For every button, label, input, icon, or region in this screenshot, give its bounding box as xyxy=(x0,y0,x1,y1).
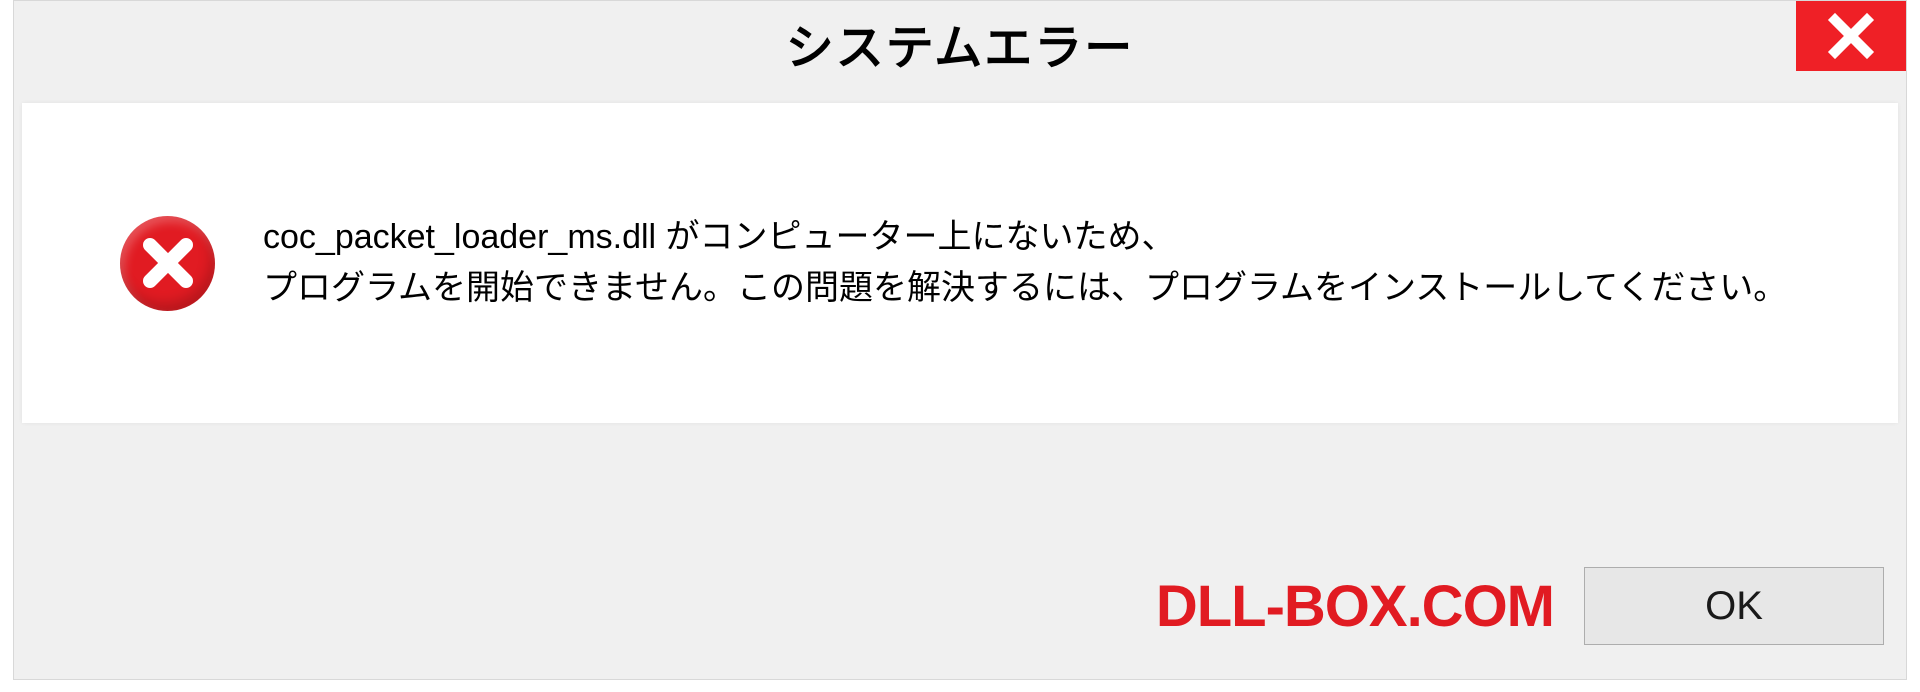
error-message: coc_packet_loader_ms.dll がコンピューター上にないため、… xyxy=(263,212,1787,314)
error-icon xyxy=(120,216,215,311)
close-button[interactable] xyxy=(1796,1,1906,71)
dialog-title: システムエラー xyxy=(786,8,1135,78)
dialog-content: coc_packet_loader_ms.dll がコンピューター上にないため、… xyxy=(22,103,1898,423)
close-icon xyxy=(1827,12,1875,60)
title-bar: システムエラー xyxy=(14,1,1906,85)
dialog-footer: DLL-BOX.COM OK xyxy=(14,567,1906,645)
ok-button[interactable]: OK xyxy=(1584,567,1884,645)
error-dialog: システムエラー coc_packet_loader_ms.dll がコンピュータ… xyxy=(13,0,1907,680)
brand-watermark: DLL-BOX.COM xyxy=(1156,573,1554,640)
ok-button-label: OK xyxy=(1705,584,1763,629)
